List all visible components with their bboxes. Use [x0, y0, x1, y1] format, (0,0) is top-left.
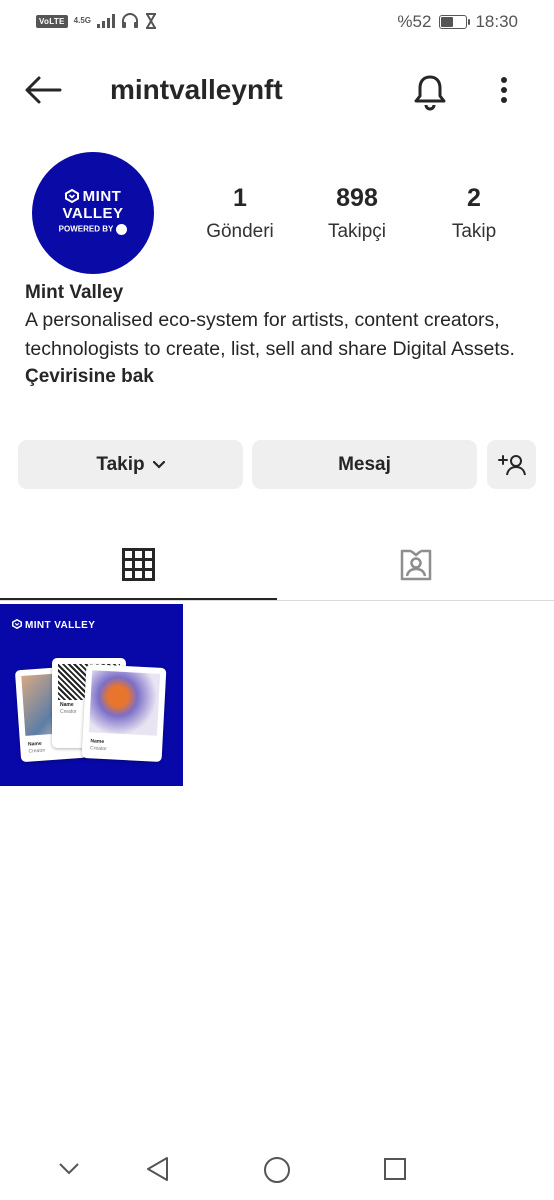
- network-type: 4.5G: [73, 16, 91, 25]
- nft-card-name: Name: [90, 738, 105, 745]
- mint-valley-logo-icon: [64, 188, 79, 204]
- nft-card-name: Name: [27, 740, 42, 748]
- follow-button[interactable]: Takip: [18, 440, 243, 489]
- battery-percent: %52: [397, 12, 432, 31]
- avatar-powered-by: POWERED BY: [32, 224, 154, 235]
- bio-name: Mint Valley: [25, 282, 124, 303]
- post-brand: MINT VALLEY: [12, 618, 96, 631]
- hourglass-icon: [146, 13, 156, 29]
- grid-icon: [122, 548, 155, 581]
- profile-tabs: [0, 530, 554, 601]
- battery-icon: [439, 15, 471, 29]
- mint-valley-logo-icon: [12, 618, 22, 630]
- post-brand-text: MINT VALLEY: [25, 620, 96, 631]
- stat-posts-number: 1: [233, 184, 247, 212]
- stat-followers-number: 898: [336, 184, 378, 212]
- more-vertical-icon[interactable]: [490, 71, 518, 111]
- stat-following-number: 2: [467, 184, 481, 212]
- signal-icon: [97, 14, 115, 28]
- stat-followers-label: Takipçi: [327, 221, 387, 242]
- status-bar: VoLTE 4.5G %52 18:30: [0, 0, 554, 46]
- profile-header: mintvalleynft: [0, 62, 554, 118]
- suggest-users-button[interactable]: [487, 440, 536, 489]
- home-circle-icon[interactable]: [263, 1156, 291, 1184]
- clock: 18:30: [475, 12, 518, 31]
- add-user-icon: [497, 454, 526, 475]
- stat-posts-label: Gönderi: [206, 221, 274, 242]
- nft-card-creator: Creator: [28, 747, 46, 755]
- message-button-label: Mesaj: [338, 453, 391, 475]
- headphones-icon: [122, 13, 138, 28]
- follow-button-label: Takip: [96, 453, 145, 475]
- bell-icon[interactable]: [410, 71, 450, 111]
- post-thumbnail[interactable]: MINT VALLEY Name Creator Name Creator Na…: [0, 604, 183, 786]
- nft-card-creator: Creator: [89, 745, 107, 753]
- battery-fill: [441, 17, 453, 27]
- nft-card: Name Creator: [81, 663, 167, 763]
- stat-following-label: Takip: [451, 221, 497, 242]
- profile-bio: Mint Valley A personalised eco-system fo…: [25, 282, 535, 388]
- chevron-down-icon: [152, 460, 165, 469]
- profile-username: mintvalleynft: [110, 74, 283, 105]
- tagged-person-icon: [400, 549, 432, 581]
- nft-card-image: [88, 670, 161, 736]
- recents-square-icon[interactable]: [383, 1157, 407, 1181]
- volte-badge: VoLTE: [36, 14, 68, 28]
- chevron-down-icon[interactable]: [58, 1162, 80, 1176]
- avatar[interactable]: MINT VALLEY POWERED BY: [32, 152, 154, 274]
- status-left: VoLTE 4.5G: [36, 13, 157, 29]
- tab-posts-grid[interactable]: [0, 530, 277, 600]
- tab-tagged[interactable]: [277, 530, 554, 600]
- stat-following[interactable]: 2 Takip: [419, 184, 529, 243]
- message-button[interactable]: Mesaj: [252, 440, 477, 489]
- avatar-powered-text: POWERED BY: [58, 224, 114, 234]
- status-right: %52 18:30: [397, 12, 518, 32]
- system-nav-bar: [0, 1140, 554, 1200]
- stat-posts[interactable]: 1 Gönderi: [185, 184, 295, 243]
- arrow-left-icon[interactable]: [24, 75, 62, 105]
- stat-followers[interactable]: 898 Takipçi: [302, 184, 412, 243]
- nft-card-name: Name: [60, 702, 74, 708]
- back-triangle-icon[interactable]: [145, 1156, 171, 1182]
- see-translation-link[interactable]: Çevirisine bak: [25, 366, 535, 388]
- partner-logo-icon: [116, 224, 128, 235]
- nft-card-creator: Creator: [60, 709, 77, 715]
- bio-text: A personalised eco-system for artists, c…: [25, 309, 515, 360]
- avatar-logo: MINT VALLEY: [32, 188, 154, 222]
